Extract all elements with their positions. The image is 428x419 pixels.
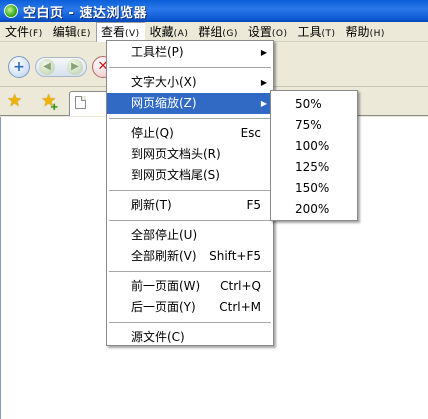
back-icon[interactable]: ◀	[39, 59, 55, 75]
menu-favorites-accel: (A)	[173, 28, 189, 39]
menu-item-refresh-all[interactable]: 全部刷新(V) Shift+F5	[107, 246, 273, 267]
menu-help-accel: (H)	[369, 28, 385, 39]
menu-item-source-label: 源文件(C)	[131, 330, 185, 344]
forward-icon[interactable]: ▶	[67, 59, 83, 75]
menu-item-refresh-all-label: 全部刷新(V)	[131, 249, 197, 263]
menu-item-refresh-label: 刷新(T)	[131, 198, 172, 212]
menu-help[interactable]: 帮助(H)	[341, 22, 390, 42]
menu-item-toolbar[interactable]: 工具栏(P) ▶	[107, 42, 273, 63]
menu-group[interactable]: 群组(G)	[193, 22, 243, 42]
zoom-option-75[interactable]: 75%	[271, 115, 357, 136]
menu-item-font-size-label: 文字大小(X)	[131, 75, 197, 89]
menu-settings-label: 设置	[247, 24, 272, 39]
submenu-arrow-icon: ▶	[260, 99, 267, 108]
title-bar: 空白页 - 速达浏览器	[0, 0, 428, 22]
zoom-option-125[interactable]: 125%	[271, 157, 357, 178]
app-logo-icon	[4, 4, 18, 18]
page-icon	[75, 96, 86, 109]
zoom-submenu: 50% 75% 100% 125% 150% 200%	[270, 90, 358, 221]
menu-item-refresh-shortcut: F5	[246, 198, 261, 212]
menu-item-stop-all-label: 全部停止(U)	[131, 228, 198, 242]
zoom-option-50[interactable]: 50%	[271, 94, 357, 115]
menu-item-doc-bottom[interactable]: 到网页文档尾(S)	[107, 165, 273, 186]
menu-separator	[109, 67, 271, 68]
back-forward-group: ◀ ▶	[35, 57, 87, 77]
menu-group-accel: (G)	[222, 28, 238, 39]
menu-item-zoom[interactable]: 网页缩放(Z) ▶	[107, 93, 273, 114]
menu-item-refresh[interactable]: 刷新(T) F5	[107, 195, 273, 216]
menu-separator	[109, 190, 271, 191]
menu-item-font-size[interactable]: 文字大小(X) ▶	[107, 72, 273, 93]
menu-favorites-label: 收藏	[149, 24, 174, 39]
menu-item-source[interactable]: 源文件(C)	[107, 327, 273, 348]
menu-item-prev-page-label: 前一页面(W)	[131, 279, 201, 293]
menu-item-doc-top[interactable]: 到网页文档头(R)	[107, 144, 273, 165]
menu-item-next-page-label: 后一页面(Y)	[131, 300, 196, 314]
menu-item-next-page[interactable]: 后一页面(Y) Ctrl+M	[107, 297, 273, 318]
menu-file[interactable]: 文件(F)	[0, 22, 48, 42]
menu-item-doc-top-label: 到网页文档头(R)	[131, 147, 221, 161]
zoom-option-150[interactable]: 150%	[271, 178, 357, 199]
menu-item-stop[interactable]: 停止(Q) Esc	[107, 123, 273, 144]
menu-item-refresh-all-shortcut: Shift+F5	[209, 249, 261, 263]
add-tab-icon: +	[13, 59, 25, 75]
menu-item-prev-page-shortcut: Ctrl+Q	[220, 279, 261, 293]
menu-file-label: 文件	[5, 24, 30, 39]
window-title: 空白页 - 速达浏览器	[23, 5, 147, 21]
menu-view-accel: (V)	[124, 28, 140, 39]
menu-separator	[109, 118, 271, 119]
menu-item-next-page-shortcut: Ctrl+M	[219, 300, 261, 314]
menu-tools-accel: (T)	[321, 28, 336, 39]
zoom-option-100[interactable]: 100%	[271, 136, 357, 157]
submenu-arrow-icon: ▶	[260, 48, 267, 57]
menu-view[interactable]: 查看(V)	[95, 21, 145, 42]
menu-item-zoom-label: 网页缩放(Z)	[131, 96, 197, 110]
submenu-arrow-icon: ▶	[260, 78, 267, 87]
menu-tools[interactable]: 工具(T)	[293, 22, 341, 42]
zoom-option-200[interactable]: 200%	[271, 199, 357, 220]
menu-edit-label: 编辑	[52, 24, 77, 39]
menu-item-stop-shortcut: Esc	[240, 126, 261, 140]
menu-item-toolbar-label: 工具栏(P)	[131, 45, 184, 59]
menu-separator	[109, 271, 271, 272]
menu-bar: 文件(F) 编辑(E) 查看(V) 收藏(A) 群组(G) 设置(O) 工具(T…	[0, 21, 428, 42]
menu-tools-label: 工具	[297, 24, 322, 39]
menu-help-label: 帮助	[345, 24, 370, 39]
favorites-star-icon[interactable]: ★	[7, 93, 22, 110]
menu-view-label: 查看	[100, 24, 125, 39]
menu-item-stop-all[interactable]: 全部停止(U)	[107, 225, 273, 246]
menu-separator	[109, 220, 271, 221]
menu-settings-accel: (O)	[271, 28, 288, 39]
menu-settings[interactable]: 设置(O)	[243, 22, 293, 42]
menu-edit-accel: (E)	[76, 28, 91, 39]
view-menu-dropdown: 工具栏(P) ▶ 文字大小(X) ▶ 网页缩放(Z) ▶ 停止(Q) Esc 到…	[106, 40, 274, 346]
add-tab-button[interactable]: +	[8, 56, 30, 78]
menu-item-doc-bottom-label: 到网页文档尾(S)	[131, 168, 220, 182]
menu-edit[interactable]: 编辑(E)	[48, 22, 96, 42]
menu-file-accel: (F)	[29, 28, 43, 39]
menu-favorites[interactable]: 收藏(A)	[145, 22, 194, 42]
add-favorite-icon[interactable]: ★ +	[41, 93, 58, 114]
menu-item-stop-label: 停止(Q)	[131, 126, 174, 140]
menu-separator	[109, 322, 271, 323]
menu-item-prev-page[interactable]: 前一页面(W) Ctrl+Q	[107, 276, 273, 297]
menu-group-label: 群组	[198, 24, 223, 39]
